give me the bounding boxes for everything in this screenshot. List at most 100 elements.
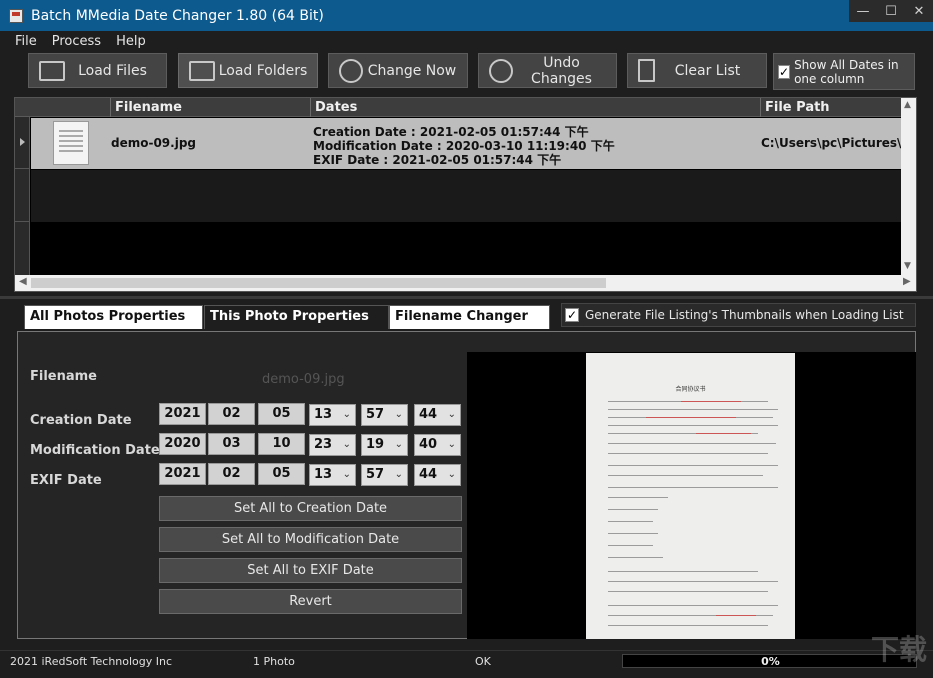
title-bar: Batch MMedia Date Changer 1.80 (64 Bit) … bbox=[0, 0, 933, 31]
horizontal-scroll-thumb[interactable] bbox=[31, 278, 606, 288]
status-photo-count: 1 Photo bbox=[253, 655, 295, 668]
undo-changes-button[interactable]: Undo Changes bbox=[478, 53, 617, 88]
generate-thumbnails-toggle[interactable]: ✓ Generate File Listing's Thumbnails whe… bbox=[561, 303, 916, 327]
folder-photo-icon bbox=[189, 60, 215, 81]
modification-minute-select[interactable]: 19 ⌄ bbox=[361, 434, 408, 456]
chevron-down-icon: ⌄ bbox=[394, 469, 403, 480]
creation-year-field[interactable]: 2021 bbox=[159, 403, 206, 425]
grid-header: Filename Dates File Path bbox=[15, 98, 902, 117]
scroll-up-icon[interactable]: ▲ bbox=[904, 100, 911, 110]
exif-hour-select[interactable]: 13 ⌄ bbox=[309, 464, 356, 486]
window-controls: — ☐ ✕ bbox=[849, 0, 933, 22]
watermark-logo: 下载 bbox=[870, 633, 927, 666]
photo-icon bbox=[39, 60, 65, 81]
vertical-scrollbar[interactable]: ▲ ▼ bbox=[901, 98, 916, 275]
tab-all-photos-properties[interactable]: All Photos Properties bbox=[24, 305, 203, 329]
modification-second-select[interactable]: 40 ⌄ bbox=[414, 434, 461, 456]
exif-day-field[interactable]: 05 bbox=[258, 463, 305, 485]
generate-thumbnails-label: Generate File Listing's Thumbnails when … bbox=[585, 308, 904, 322]
exif-month-field[interactable]: 02 bbox=[208, 463, 255, 485]
close-button[interactable]: ✕ bbox=[905, 0, 933, 22]
load-files-button[interactable]: Load Files bbox=[28, 53, 167, 88]
blank-document-icon bbox=[638, 59, 655, 82]
load-folders-label: Load Folders bbox=[218, 62, 308, 79]
column-filename[interactable]: Filename bbox=[110, 98, 310, 117]
creation-minute-select[interactable]: 57 ⌄ bbox=[361, 404, 408, 426]
exif-second-select[interactable]: 44 ⌄ bbox=[414, 464, 461, 486]
photo-properties-panel: Filename demo-09.jpg Creation Date 2021 … bbox=[17, 331, 916, 639]
menu-bar: File Process Help bbox=[0, 31, 933, 51]
creation-hour-select[interactable]: 13 ⌄ bbox=[309, 404, 356, 426]
scroll-down-icon[interactable]: ▼ bbox=[904, 261, 911, 271]
photo-thumbnail bbox=[53, 121, 89, 165]
chevron-down-icon: ⌄ bbox=[394, 439, 403, 450]
scroll-right-icon[interactable]: ▶ bbox=[903, 276, 911, 287]
filename-value: demo-09.jpg bbox=[262, 372, 345, 387]
window-title: Batch MMedia Date Changer 1.80 (64 Bit) bbox=[31, 7, 324, 24]
photo-preview: 合同协议书 bbox=[467, 352, 916, 639]
tab-filename-changer[interactable]: Filename Changer bbox=[389, 305, 550, 329]
load-folders-button[interactable]: Load Folders bbox=[178, 53, 318, 88]
chevron-down-icon: ⌄ bbox=[342, 469, 351, 480]
modification-month-field[interactable]: 03 bbox=[208, 433, 255, 455]
creation-second-select[interactable]: 44 ⌄ bbox=[414, 404, 461, 426]
clear-list-button[interactable]: Clear List bbox=[627, 53, 767, 88]
generate-thumbnails-checkbox[interactable]: ✓ bbox=[565, 308, 579, 322]
set-all-to-modification-date-button[interactable]: Set All to Modification Date bbox=[159, 527, 462, 552]
status-state: OK bbox=[475, 655, 491, 668]
creation-month-field[interactable]: 02 bbox=[208, 403, 255, 425]
revert-button[interactable]: Revert bbox=[159, 589, 462, 614]
modification-hour-select[interactable]: 23 ⌄ bbox=[309, 434, 356, 456]
set-all-to-exif-date-button[interactable]: Set All to EXIF Date bbox=[159, 558, 462, 583]
change-now-button[interactable]: Change Now bbox=[328, 53, 468, 88]
exif-minute-select[interactable]: 57 ⌄ bbox=[361, 464, 408, 486]
menu-process[interactable]: Process bbox=[52, 34, 101, 49]
current-row-arrow-icon bbox=[20, 138, 25, 146]
undo-changes-label: Undo Changes bbox=[531, 54, 592, 87]
modification-date-label: Modification Date bbox=[30, 443, 160, 458]
row-filename: demo-09.jpg bbox=[111, 136, 197, 150]
clear-list-label: Clear List bbox=[674, 62, 741, 79]
row-indicator-column bbox=[15, 117, 30, 275]
row-file-path: C:\Users\pc\Pictures\d bbox=[761, 136, 902, 150]
empty-row bbox=[31, 170, 902, 222]
horizontal-scrollbar[interactable]: ◀ ▶ bbox=[15, 275, 916, 291]
chevron-down-icon: ⌄ bbox=[447, 469, 456, 480]
scroll-left-icon[interactable]: ◀ bbox=[19, 276, 27, 287]
row-exif-date: EXIF Date : 2021-02-05 01:57:44 下午 bbox=[313, 153, 562, 167]
column-file-path[interactable]: File Path bbox=[760, 98, 902, 117]
load-files-label: Load Files bbox=[78, 62, 147, 79]
modification-year-field[interactable]: 2020 bbox=[159, 433, 206, 455]
exif-date-label: EXIF Date bbox=[30, 473, 102, 488]
column-dates[interactable]: Dates bbox=[310, 98, 760, 117]
show-all-dates-toggle[interactable]: ✓ Show All Dates in one column bbox=[773, 53, 915, 90]
chevron-down-icon: ⌄ bbox=[447, 439, 456, 450]
status-company: 2021 iRedSoft Technology Inc bbox=[10, 655, 173, 668]
set-all-to-creation-date-button[interactable]: Set All to Creation Date bbox=[159, 496, 462, 521]
change-now-label: Change Now bbox=[367, 62, 457, 79]
document-photo: 合同协议书 bbox=[586, 353, 795, 639]
status-bar: 2021 iRedSoft Technology Inc 1 Photo OK … bbox=[0, 650, 933, 678]
creation-date-label: Creation Date bbox=[30, 413, 132, 428]
file-list-grid[interactable]: Filename Dates File Path demo-09.jpg Cre… bbox=[14, 97, 917, 292]
menu-file[interactable]: File bbox=[15, 34, 37, 49]
exif-year-field[interactable]: 2021 bbox=[159, 463, 206, 485]
filename-label: Filename bbox=[30, 369, 97, 384]
clock-refresh-icon bbox=[339, 58, 363, 83]
maximize-button[interactable]: ☐ bbox=[877, 0, 905, 22]
menu-help[interactable]: Help bbox=[116, 34, 146, 49]
creation-day-field[interactable]: 05 bbox=[258, 403, 305, 425]
show-all-dates-checkbox[interactable]: ✓ bbox=[778, 64, 791, 79]
table-row[interactable]: demo-09.jpg Creation Date : 2021-02-05 0… bbox=[31, 118, 902, 169]
chevron-down-icon: ⌄ bbox=[447, 409, 456, 420]
splitter[interactable] bbox=[0, 296, 933, 299]
chevron-down-icon: ⌄ bbox=[342, 409, 351, 420]
document-title: 合同协议书 bbox=[675, 386, 706, 393]
app-icon bbox=[9, 8, 23, 23]
modification-day-field[interactable]: 10 bbox=[258, 433, 305, 455]
chevron-down-icon: ⌄ bbox=[394, 409, 403, 420]
minimize-button[interactable]: — bbox=[849, 0, 877, 22]
chevron-down-icon: ⌄ bbox=[342, 439, 351, 450]
clock-undo-icon bbox=[489, 58, 513, 83]
tab-this-photo-properties[interactable]: This Photo Properties bbox=[204, 305, 389, 329]
